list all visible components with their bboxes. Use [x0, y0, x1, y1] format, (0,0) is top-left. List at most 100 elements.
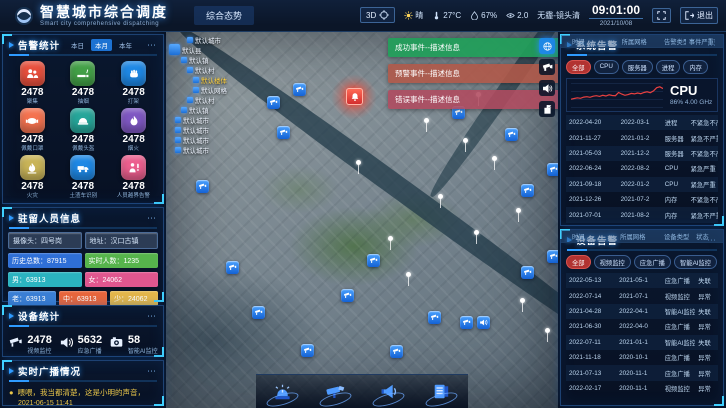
table-row[interactable]: 2021-11-272021-01-2服务器紧急不严重 — [566, 130, 718, 145]
map-camera-marker[interactable] — [428, 311, 441, 324]
device-alarm-tab-3[interactable]: 智能AI监控 — [674, 255, 717, 269]
system-alarm-tab-0[interactable]: 全部 — [566, 60, 591, 74]
table-row[interactable]: 2021-12-262021-07-2内存不紧急不严重 — [566, 192, 718, 207]
map-camera-marker[interactable] — [390, 345, 403, 358]
toolbar-horn-3d-icon[interactable] — [371, 378, 407, 406]
device-alarm-tab-1[interactable]: 视频监控 — [594, 255, 631, 269]
device-alarm-tab-2[interactable]: 应急广播 — [634, 255, 671, 269]
map-poi-dot[interactable] — [424, 118, 429, 123]
map-tool-cctv-icon[interactable] — [539, 59, 555, 75]
layer-tree-item[interactable]: 默认城市 — [169, 35, 227, 44]
layer-tree-item[interactable]: 默认村 — [169, 95, 227, 104]
map-camera-marker[interactable] — [226, 261, 239, 274]
system-alarm-tab-4[interactable]: 内存 — [683, 60, 708, 74]
layer-tree-item[interactable]: 默认楼体 — [169, 75, 227, 84]
map-poi-dot[interactable] — [356, 160, 361, 165]
fight-icon[interactable] — [121, 61, 146, 86]
truck-icon[interactable] — [70, 155, 95, 180]
layer-tree-item[interactable]: 默认网格 — [169, 85, 227, 94]
table-row[interactable]: 2022-05-132021-05-1应急广播失联 — [566, 273, 718, 288]
toolbar-cctv-3d-icon[interactable] — [318, 378, 354, 406]
event-toast-warning[interactable]: 预警事件--描述信息❯ — [388, 64, 558, 83]
toolbar-siren-3d-icon[interactable] — [265, 378, 301, 406]
map-poi-dot[interactable] — [474, 230, 479, 235]
alarm-tab-2[interactable]: 本年 — [115, 39, 136, 51]
table-row[interactable]: 2021-06-302022-04-0应急广播异常 — [566, 319, 718, 334]
helmet-icon[interactable] — [70, 108, 95, 133]
map-poi-dot[interactable] — [406, 272, 411, 277]
personnel-stat-pill: 历史总数：87915 — [8, 253, 82, 268]
event-toast-success[interactable]: 成功事件--描述信息❯ — [388, 38, 558, 57]
table-row[interactable]: 2022-04-202022-03-1进程不紧急不严重 — [566, 115, 718, 130]
tab-overall-situation[interactable]: 综合态势 — [194, 6, 254, 25]
panel-personnel-info: 驻留人员信息 ⋯ 摄像头：四号岗 地址：汉口古镇 历史总数：87915实时人数：… — [2, 207, 164, 302]
map-speaker-marker[interactable] — [477, 316, 490, 329]
map-camera-marker[interactable] — [267, 96, 280, 109]
fullscreen-button[interactable] — [652, 8, 671, 23]
flame-icon[interactable] — [121, 108, 146, 133]
map-poi-dot[interactable] — [516, 208, 521, 213]
alarm-tab-0[interactable]: 本日 — [67, 39, 88, 51]
system-alarm-tab-3[interactable]: 进程 — [656, 60, 681, 74]
map-poi-dot[interactable] — [438, 194, 443, 199]
map-camera-marker[interactable] — [341, 289, 354, 302]
layer-tree-item[interactable]: 默认村 — [169, 65, 227, 74]
map-camera-marker[interactable] — [252, 306, 265, 319]
person-alert-icon[interactable] — [121, 155, 146, 180]
title-arrow-icon — [9, 42, 14, 48]
map-camera-marker[interactable] — [293, 83, 306, 96]
crowd-icon[interactable] — [20, 61, 45, 86]
alarm-stat-item: 2478 佩戴口罩 — [7, 108, 58, 153]
table-row[interactable]: 2022-07-142021-07-1视频监控异常 — [566, 288, 718, 303]
map-camera-marker[interactable] — [277, 126, 290, 139]
layer-tree-item[interactable]: 默认镇 — [169, 105, 227, 114]
toolbar-console-3d-icon[interactable] — [424, 378, 460, 406]
map-camera-marker[interactable] — [301, 344, 314, 357]
map-poi-dot[interactable] — [463, 138, 468, 143]
map-camera-marker[interactable] — [521, 266, 534, 279]
system-alarm-tab-1[interactable]: CPU — [594, 60, 619, 74]
table-row[interactable]: 2021-07-132020-11-1应急广播异常 — [566, 365, 718, 380]
fire-icon[interactable] — [20, 155, 45, 180]
map-camera-marker[interactable] — [460, 316, 473, 329]
map-camera-marker[interactable] — [505, 128, 518, 141]
table-row[interactable]: 2022-02-172020-11-1视频监控异常 — [566, 381, 718, 396]
map-camera-marker[interactable] — [367, 254, 380, 267]
map-poi-dot[interactable] — [545, 328, 550, 333]
alarm-stat-item: 2478 佩戴头盔 — [58, 108, 109, 153]
device-alarm-tab-0[interactable]: 全部 — [566, 255, 591, 269]
layer-tree-item[interactable]: 默认城市 — [169, 115, 227, 124]
alarm-tab-1[interactable]: 本月 — [91, 39, 112, 51]
layer-tree-item[interactable]: 默认城市 — [169, 145, 227, 154]
map-poi-dot[interactable] — [388, 236, 393, 241]
layer-tree-item[interactable]: 默认县 — [169, 45, 227, 54]
layer-tree-item[interactable]: 默认城市 — [169, 125, 227, 134]
map-poi-dot[interactable] — [492, 156, 497, 161]
map-camera-marker[interactable] — [521, 184, 534, 197]
cpu-chart-value: 86% 4.00 GHz — [670, 99, 712, 106]
map-tool-alarm-building-icon[interactable] — [539, 101, 555, 117]
city-map-3d[interactable]: 默认城市 默认县 默认镇 默认村 默认楼体 默认网格 默认村 默认镇 默认城市 … — [166, 32, 558, 408]
map-camera-marker[interactable] — [547, 163, 558, 176]
mask-icon[interactable] — [20, 108, 45, 133]
smoking-icon[interactable] — [70, 61, 95, 86]
map-tool-globe-icon[interactable] — [539, 38, 555, 54]
exit-button[interactable]: 退出 — [680, 7, 718, 24]
map-camera-marker[interactable] — [196, 180, 209, 193]
table-row[interactable]: 2021-04-282022-04-1智能AI监控失联 — [566, 304, 718, 319]
table-row[interactable]: 2022-07-112021-01-1智能AI监控失联 — [566, 335, 718, 350]
table-row[interactable]: 2021-05-032021-12-2服务器不紧急不严重 — [566, 146, 718, 161]
event-toast-error[interactable]: 错误事件--描述信息❯ — [388, 90, 558, 109]
mode-3d-button[interactable]: 3D — [360, 7, 395, 23]
table-row[interactable]: 2021-09-182022-01-2CPU紧急严重 — [566, 177, 718, 192]
layer-tree-item[interactable]: 默认城市 — [169, 135, 227, 144]
map-camera-marker[interactable] — [547, 250, 558, 263]
alert-marker[interactable] — [346, 88, 363, 105]
table-row[interactable]: 2021-07-012021-08-2内存紧急不严重 — [566, 207, 718, 222]
map-tool-speaker-icon[interactable] — [539, 80, 555, 96]
table-row[interactable]: 2022-06-242022-08-2CPU紧急严重 — [566, 161, 718, 176]
table-row[interactable]: 2021-11-182020-10-1应急广播异常 — [566, 350, 718, 365]
map-poi-dot[interactable] — [520, 298, 525, 303]
system-alarm-tab-2[interactable]: 服务器 — [622, 60, 653, 74]
layer-tree-item[interactable]: 默认镇 — [169, 55, 227, 64]
